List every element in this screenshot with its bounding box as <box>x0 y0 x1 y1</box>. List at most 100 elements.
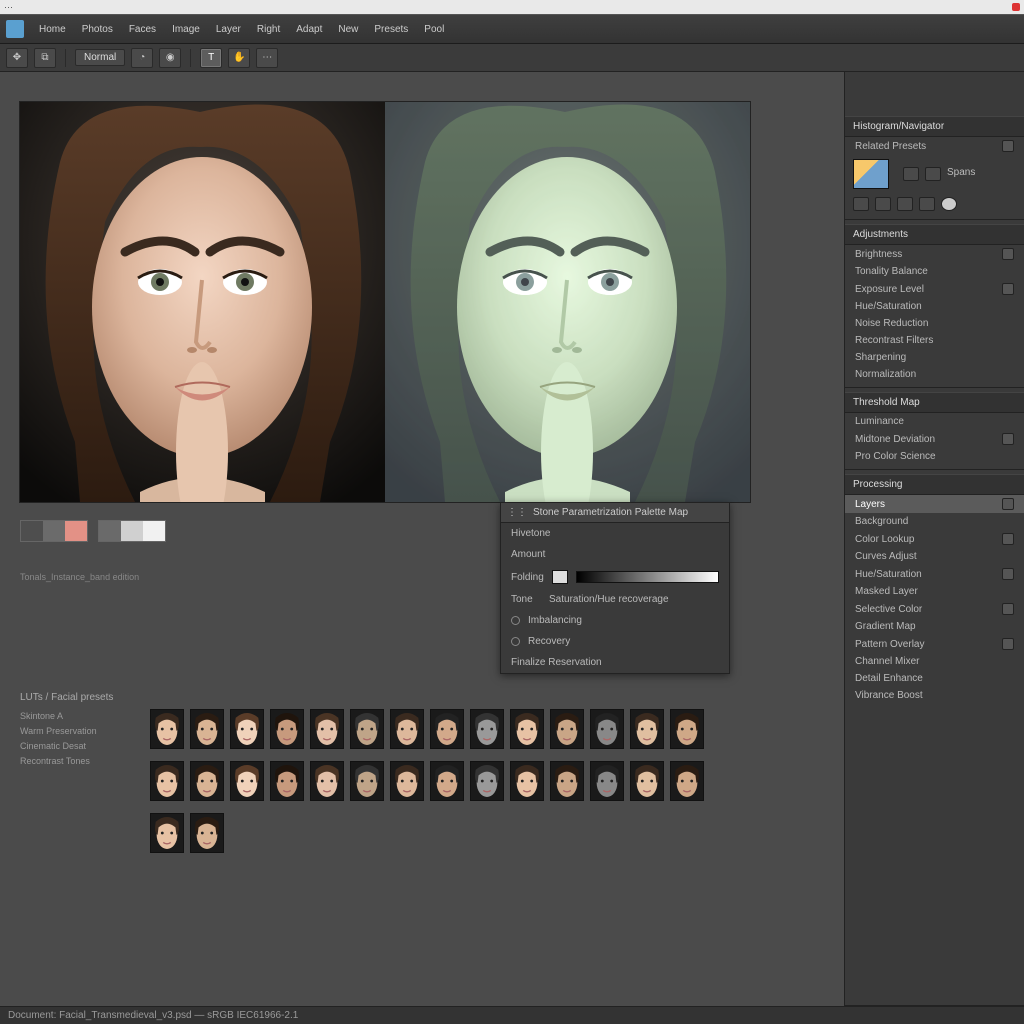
preset-thumb[interactable] <box>310 761 344 801</box>
swatch[interactable] <box>21 521 43 541</box>
menu-right[interactable]: Right <box>250 21 287 38</box>
panel-title[interactable]: Histogram/Navigator <box>845 116 1024 137</box>
preset-thumb[interactable] <box>470 761 504 801</box>
preset-thumb[interactable] <box>630 709 664 749</box>
menu-faces[interactable]: Faces <box>122 21 163 38</box>
preset-thumb[interactable] <box>510 709 544 749</box>
popup-row[interactable]: Finalize Reservation <box>501 652 729 673</box>
thresh-item[interactable]: Pro Color Science <box>845 448 1024 465</box>
menu-home[interactable]: Home <box>32 21 73 38</box>
adjust-item[interactable]: Noise Reduction <box>845 315 1024 332</box>
tool-move-icon[interactable]: ✥ <box>6 48 28 68</box>
before-after-compare[interactable] <box>20 102 750 502</box>
radio-icon[interactable] <box>511 616 520 625</box>
preset-thumb[interactable] <box>670 709 704 749</box>
menu-new[interactable]: New <box>331 21 365 38</box>
preset-thumb[interactable] <box>190 761 224 801</box>
preset-thumb[interactable] <box>150 813 184 853</box>
info-icon[interactable] <box>925 167 941 181</box>
preset-thumb[interactable] <box>630 761 664 801</box>
preset-thumb[interactable] <box>230 709 264 749</box>
eye-icon[interactable] <box>1002 533 1014 545</box>
layer-item[interactable]: Curves Adjust <box>845 548 1024 565</box>
tool-hand-icon[interactable]: ✋ <box>228 48 250 68</box>
layer-item[interactable]: Gradient Map <box>845 618 1024 635</box>
layer-item[interactable]: Layers <box>845 495 1024 513</box>
preset-item[interactable]: Skintone A <box>20 709 140 724</box>
popup-row-radio[interactable]: Imbalancing <box>501 610 729 631</box>
adjust-item[interactable]: Tonality Balance <box>845 263 1024 280</box>
swatch[interactable] <box>121 521 143 541</box>
menu-photos[interactable]: Photos <box>75 21 120 38</box>
preset-thumb[interactable] <box>470 709 504 749</box>
preset-thumb[interactable] <box>550 709 584 749</box>
chevron-icon[interactable] <box>1002 433 1014 445</box>
thresh-item[interactable]: Luminance <box>845 413 1024 430</box>
adjustment-popup[interactable]: ⋮⋮ Stone Parametrization Palette Map Hiv… <box>500 502 730 674</box>
menu-image[interactable]: Image <box>165 21 207 38</box>
preset-thumb[interactable] <box>590 761 624 801</box>
adjust-item[interactable]: Normalization <box>845 366 1024 383</box>
preset-thumb[interactable] <box>190 709 224 749</box>
menu-pool[interactable]: Pool <box>417 21 451 38</box>
panel-title[interactable]: Adjustments <box>845 224 1024 245</box>
preset-thumb[interactable] <box>230 761 264 801</box>
eye-icon[interactable] <box>1002 498 1014 510</box>
layer-item[interactable]: Selective Color <box>845 600 1024 618</box>
preset-item[interactable]: Cinematic Desat <box>20 739 140 754</box>
toggle-icon[interactable] <box>1002 248 1014 260</box>
menu-adapt[interactable]: Adapt <box>289 21 329 38</box>
preset-item[interactable]: Recontrast Tones <box>20 754 140 769</box>
radio-icon[interactable] <box>511 637 520 646</box>
gear-icon[interactable] <box>1002 140 1014 152</box>
panel-title[interactable]: Threshold Map <box>845 392 1024 413</box>
eye-icon[interactable] <box>1002 568 1014 580</box>
swatch-group-a[interactable] <box>20 520 88 542</box>
blend-mode-select[interactable]: Normal <box>75 49 125 66</box>
preset-thumb[interactable] <box>550 761 584 801</box>
preset-thumb[interactable] <box>430 761 464 801</box>
preset-thumb[interactable] <box>390 709 424 749</box>
histogram-icon[interactable] <box>903 167 919 181</box>
adjust-item[interactable]: Sharpening <box>845 349 1024 366</box>
adjust-item[interactable]: Exposure Level <box>845 280 1024 298</box>
layer-item[interactable]: Vibrance Boost <box>845 687 1024 704</box>
preset-thumb[interactable] <box>390 761 424 801</box>
preset-thumb[interactable] <box>190 813 224 853</box>
preset-thumb[interactable] <box>310 709 344 749</box>
adjust-item[interactable]: Hue/Saturation <box>845 298 1024 315</box>
swatch[interactable] <box>65 521 87 541</box>
preset-item[interactable]: Warm Preservation <box>20 724 140 739</box>
preset-thumb[interactable] <box>150 761 184 801</box>
eye-icon[interactable] <box>1002 638 1014 650</box>
menu-layer[interactable]: Layer <box>209 21 248 38</box>
layer-item[interactable]: Masked Layer <box>845 583 1024 600</box>
layer-item[interactable]: Pattern Overlay <box>845 635 1024 653</box>
square-icon[interactable] <box>853 197 869 211</box>
preset-thumb[interactable] <box>430 709 464 749</box>
popup-row-slider[interactable]: Folding <box>501 565 729 589</box>
tool-more-icon[interactable]: ⋯ <box>256 48 278 68</box>
preset-thumb[interactable] <box>350 709 384 749</box>
layer-item[interactable]: Color Lookup <box>845 530 1024 548</box>
dropper-icon[interactable] <box>919 197 935 211</box>
navigator-preview[interactable]: Spans <box>853 159 1016 189</box>
tool-text-icon[interactable]: T <box>200 48 222 68</box>
swatch[interactable] <box>143 521 165 541</box>
color-chip[interactable] <box>552 570 568 584</box>
preset-thumb[interactable] <box>150 709 184 749</box>
eye-icon[interactable] <box>1002 603 1014 615</box>
layer-item[interactable]: Detail Enhance <box>845 670 1024 687</box>
layer-item[interactable]: Hue/Saturation <box>845 565 1024 583</box>
thresh-item[interactable]: Midtone Deviation <box>845 430 1024 448</box>
preset-thumb[interactable] <box>510 761 544 801</box>
tool-brush-icon[interactable]: ◔ <box>131 48 153 68</box>
panel-row[interactable]: Related Presets <box>845 137 1024 155</box>
preset-thumb[interactable] <box>590 709 624 749</box>
preset-thumb[interactable] <box>670 761 704 801</box>
adjust-item[interactable]: Brightness <box>845 245 1024 263</box>
adjust-item[interactable]: Recontrast Filters <box>845 332 1024 349</box>
swatch[interactable] <box>43 521 65 541</box>
circle-icon[interactable] <box>941 197 957 211</box>
swatch[interactable] <box>99 521 121 541</box>
